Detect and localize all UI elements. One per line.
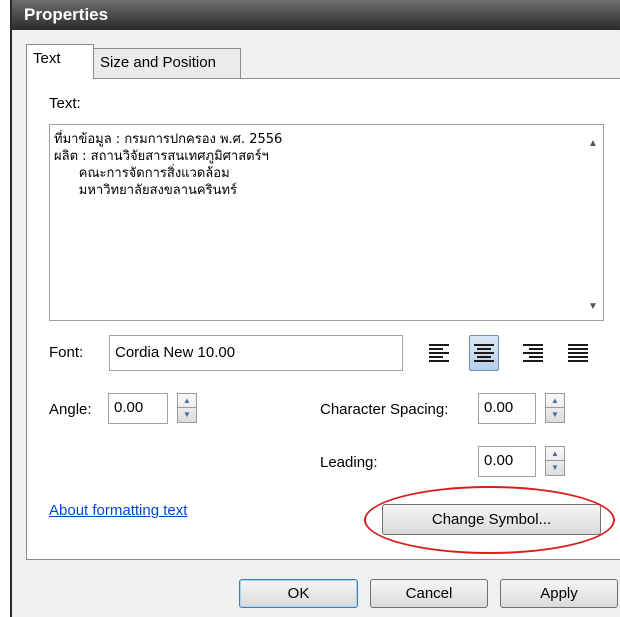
text-line: มหาวิทยาลัยสงขลานครินทร์ <box>54 183 238 198</box>
properties-window: Properties Text Size and Position Text: … <box>10 0 620 617</box>
stepper-down-icon[interactable]: ▼ <box>178 408 196 422</box>
about-formatting-text-link[interactable]: About formatting text <box>49 502 187 519</box>
leading-stepper[interactable]: ▲ ▼ <box>545 446 565 476</box>
angle-stepper[interactable]: ▲ ▼ <box>177 393 197 423</box>
text-scrollbar[interactable]: ▲ ▼ <box>584 125 603 320</box>
align-center-button[interactable] <box>469 335 499 371</box>
character-spacing-stepper[interactable]: ▲ ▼ <box>545 393 565 423</box>
cancel-button[interactable]: Cancel <box>370 579 488 608</box>
highlight-annotation <box>364 486 615 554</box>
leading-field[interactable]: 0.00 <box>478 446 536 477</box>
angle-field[interactable]: 0.00 <box>108 393 168 424</box>
font-label: Font: <box>49 344 84 361</box>
align-right-button[interactable] <box>518 335 548 371</box>
stepper-down-icon[interactable]: ▼ <box>546 461 564 475</box>
stepper-up-icon[interactable]: ▲ <box>546 447 564 461</box>
scroll-down-icon[interactable]: ▼ <box>588 301 598 312</box>
text-label: Text: <box>49 95 81 112</box>
stepper-down-icon[interactable]: ▼ <box>546 408 564 422</box>
align-left-button[interactable] <box>424 335 454 371</box>
ok-button[interactable]: OK <box>239 579 358 608</box>
text-line: ผลิต : สถานวิจัยสารสนเทศภูมิศาสตร์ฯ <box>54 149 269 164</box>
character-spacing-label: Character Spacing: <box>320 401 449 418</box>
window-title: Properties <box>12 0 620 30</box>
text-content[interactable]: ที่มาข้อมูล : กรมการปกครอง พ.ศ. 2556 ผลิต… <box>54 131 564 199</box>
align-center-icon <box>474 344 494 362</box>
text-input-area[interactable]: ที่มาข้อมูล : กรมการปกครอง พ.ศ. 2556 ผลิต… <box>49 124 604 321</box>
text-line: คณะการจัดการสิ่งแวดล้อม <box>54 166 230 181</box>
text-line: ที่มาข้อมูล : กรมการปกครอง พ.ศ. 2556 <box>54 132 283 147</box>
align-justify-button[interactable] <box>563 335 593 371</box>
angle-label: Angle: <box>49 401 92 418</box>
font-field[interactable]: Cordia New 10.00 <box>109 335 403 371</box>
tab-text[interactable]: Text <box>26 44 94 79</box>
stepper-up-icon[interactable]: ▲ <box>178 394 196 408</box>
align-right-icon <box>523 344 543 362</box>
tab-size-and-position[interactable]: Size and Position <box>93 48 241 78</box>
align-left-icon <box>429 344 449 362</box>
stepper-up-icon[interactable]: ▲ <box>546 394 564 408</box>
align-justify-icon <box>568 344 588 362</box>
character-spacing-field[interactable]: 0.00 <box>478 393 536 424</box>
scroll-up-icon[interactable]: ▲ <box>588 138 598 149</box>
leading-label: Leading: <box>320 454 378 471</box>
apply-button[interactable]: Apply <box>500 579 618 608</box>
